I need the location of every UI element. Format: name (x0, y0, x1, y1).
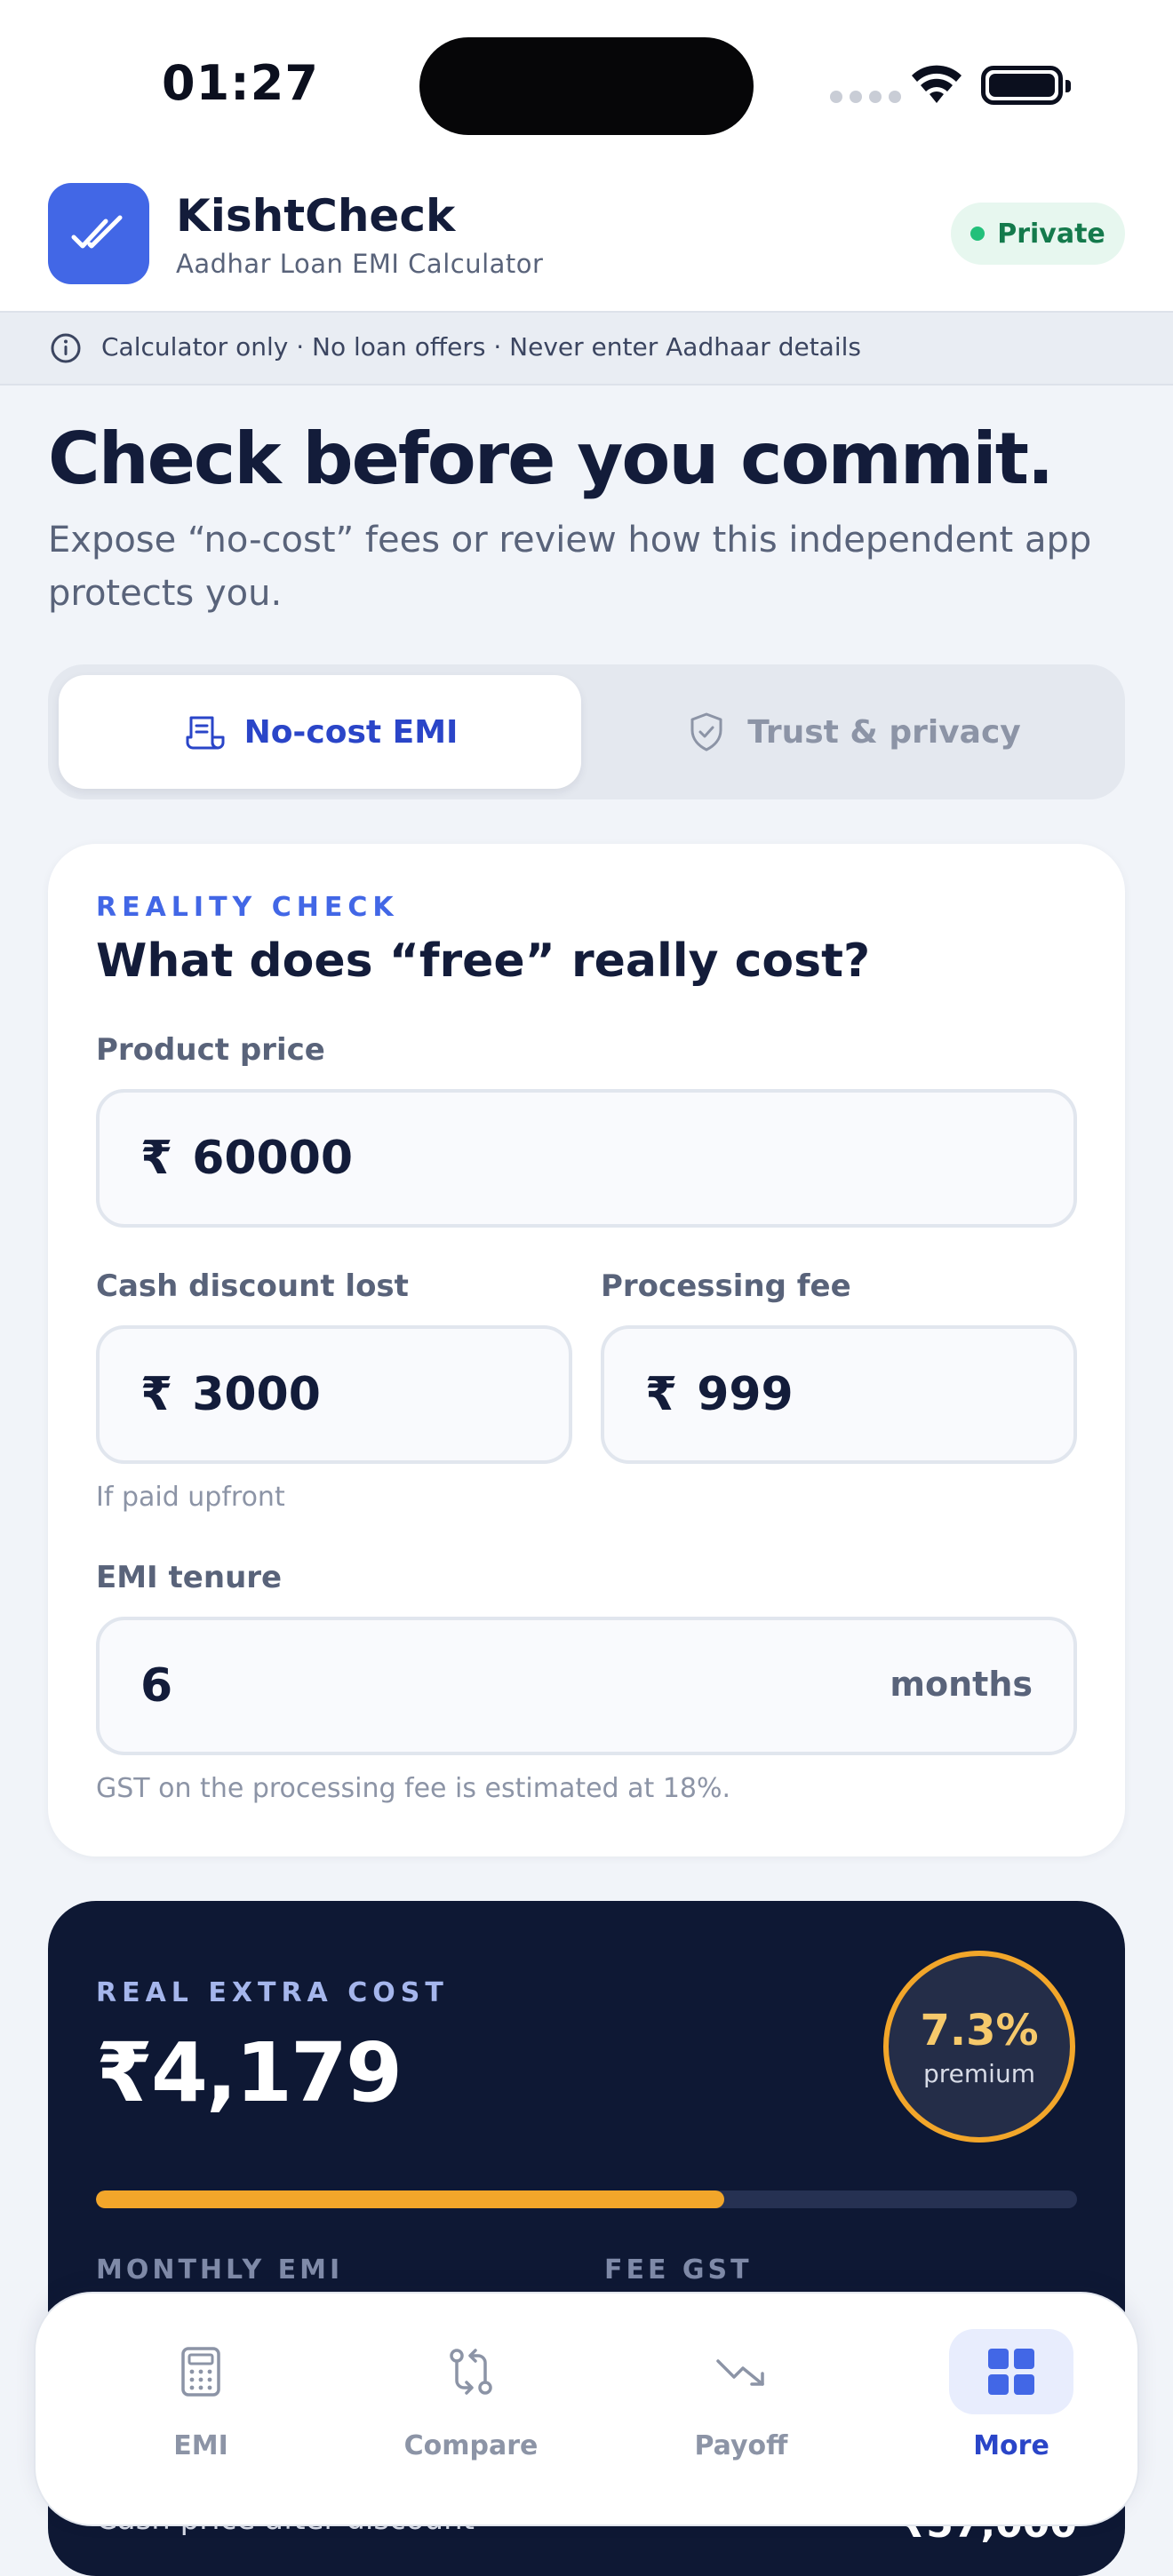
rupee-icon: ₹ (140, 1368, 173, 1421)
private-badge[interactable]: Private (951, 203, 1125, 265)
premium-label: premium (923, 2058, 1035, 2088)
double-check-icon (71, 215, 123, 249)
fee-gst-label: FEE GST (604, 2254, 753, 2286)
tab-no-cost-emi-label: No-cost EMI (243, 713, 459, 751)
wifi-icon (912, 65, 962, 103)
app-logo (48, 183, 149, 284)
processing-fee-label: Processing fee (601, 1268, 851, 1304)
cash-discount-hint: If paid upfront (96, 1482, 285, 1513)
nav-emi[interactable]: EMI (94, 2294, 307, 2528)
bottom-nav: EMI Compare Payoff More (34, 2292, 1139, 2526)
result-extra-cost: ₹4,179 (96, 2025, 403, 2120)
status-bar: 01:27 (0, 0, 1173, 169)
premium-percent: 7.3% (920, 2005, 1039, 2055)
cash-discount-input[interactable]: ₹ 3000 (96, 1325, 572, 1464)
premium-ring: 7.3% premium (883, 1951, 1075, 2143)
shield-check-icon (690, 712, 722, 751)
nav-more-label: More (973, 2430, 1049, 2461)
nav-compare-label: Compare (403, 2430, 539, 2461)
cash-discount-value: 3000 (192, 1368, 321, 1421)
nav-payoff-label: Payoff (694, 2430, 788, 2461)
premium-progress-bar (96, 2190, 1077, 2208)
emi-tenure-input[interactable]: 6 months (96, 1617, 1077, 1755)
receipt-icon (186, 716, 225, 750)
tab-trust-privacy[interactable]: Trust & privacy (592, 675, 1114, 789)
disclaimer-text: Calculator only · No loan offers · Never… (101, 332, 861, 362)
nav-payoff[interactable]: Payoff (634, 2294, 848, 2528)
tab-no-cost-emi[interactable]: No-cost EMI (59, 675, 581, 789)
dynamic-island (419, 37, 754, 135)
page-title: Check before you commit. (48, 417, 1054, 500)
status-dot-icon (970, 227, 985, 241)
calculator-card: REALITY CHECK What does “free” really co… (48, 844, 1125, 1856)
segmented-control: No-cost EMI Trust & privacy (48, 664, 1125, 799)
result-eyebrow: REAL EXTRA COST (96, 1977, 449, 2008)
battery-icon (981, 66, 1071, 105)
processing-fee-input[interactable]: ₹ 999 (601, 1325, 1077, 1464)
emi-tenure-label: EMI tenure (96, 1560, 283, 1595)
processing-fee-value: 999 (697, 1368, 794, 1421)
cellular-signal-icon (830, 91, 901, 103)
calculator-eyebrow: REALITY CHECK (96, 892, 399, 923)
product-price-value: 60000 (192, 1132, 354, 1185)
app-name: KishtCheck (176, 190, 456, 242)
compare-arrows-icon (409, 2329, 533, 2414)
app-header: KishtCheck Aadhar Loan EMI Calculator Pr… (0, 169, 1173, 311)
nav-compare[interactable]: Compare (364, 2294, 578, 2528)
cash-discount-label: Cash discount lost (96, 1268, 409, 1304)
gst-footnote: GST on the processing fee is estimated a… (96, 1773, 731, 1804)
emi-tenure-value: 6 (140, 1659, 173, 1713)
nav-more[interactable]: More (905, 2294, 1118, 2528)
calculator-title: What does “free” really cost? (96, 934, 871, 988)
calculator-icon (139, 2329, 263, 2414)
product-price-input[interactable]: ₹ 60000 (96, 1089, 1077, 1228)
grid-icon (949, 2329, 1073, 2414)
status-time: 01:27 (162, 55, 319, 111)
emi-tenure-suffix: months (890, 1665, 1033, 1704)
rupee-icon: ₹ (140, 1132, 173, 1185)
monthly-emi-label: MONTHLY EMI (96, 2254, 344, 2286)
nav-emi-label: EMI (173, 2430, 228, 2461)
disclaimer-banner: Calculator only · No loan offers · Never… (0, 311, 1173, 386)
private-badge-label: Private (997, 218, 1105, 250)
page-subtitle: Expose “no-cost” fees or review how this… (48, 520, 1092, 614)
rupee-icon: ₹ (645, 1368, 678, 1421)
premium-progress-fill (96, 2190, 724, 2208)
tab-trust-privacy-label: Trust & privacy (747, 713, 1021, 751)
info-icon (51, 333, 81, 363)
app-subtitle: Aadhar Loan EMI Calculator (176, 249, 544, 279)
product-price-label: Product price (96, 1032, 325, 1068)
trend-down-icon (679, 2329, 803, 2414)
